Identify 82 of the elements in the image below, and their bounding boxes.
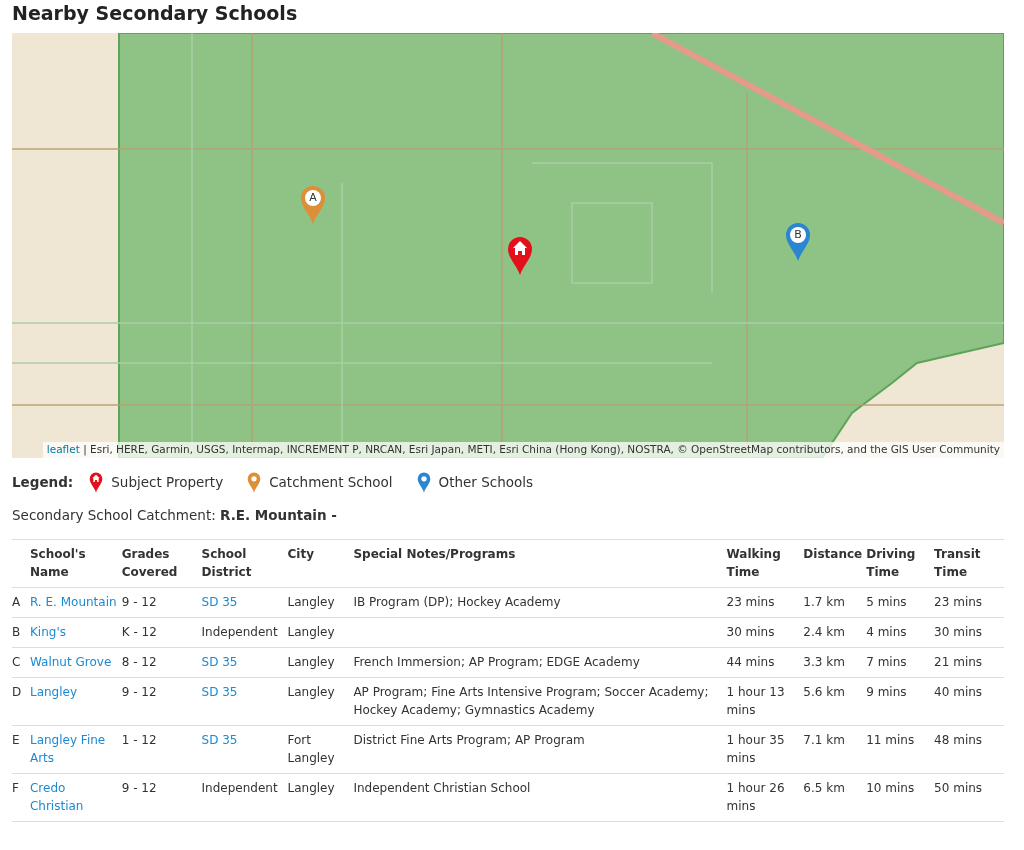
table-cell: 23 mins [934,587,1004,618]
table-cell: 3.3 km [803,647,867,678]
table-cell: Langley [287,587,354,618]
table-cell: 1 - 12 [121,725,202,774]
table-cell: 1 hour 13 mins [726,677,804,726]
table-cell: 50 mins [934,773,1004,822]
district-link[interactable]: SD 35 [201,595,238,610]
table-cell: 2.4 km [803,617,867,648]
district-link[interactable]: SD 35 [201,685,238,700]
table-cell: 4 mins [866,617,935,648]
table-cell: 1.7 km [803,587,867,618]
school-link[interactable]: King's [29,623,118,642]
row-letter: E [12,725,30,774]
column-header: Driving Time [866,539,935,588]
column-header: School's Name [29,539,122,588]
table-cell: 9 mins [866,677,935,726]
table-cell: Independent [201,617,288,648]
table-cell: 8 - 12 [121,647,202,678]
table-cell: 9 - 12 [121,773,202,822]
table-cell: Fort Langley [287,725,354,774]
table-cell: IB Program (DP); Hockey Academy [353,587,727,618]
legend-item-label: Catchment School [269,473,393,493]
column-header: Grades Covered [121,539,202,588]
table-cell: 30 mins [934,617,1004,648]
table-cell: 30 mins [726,617,804,648]
table-cell: 23 mins [726,587,804,618]
table-cell: 1 hour 26 mins [726,773,804,822]
map-marker[interactable]: A [300,184,326,225]
district-link[interactable]: SD 35 [201,655,238,670]
table-cell: K - 12 [121,617,202,648]
attribution-link[interactable]: leaflet [46,443,80,456]
pin-icon [247,471,262,493]
column-header: School District [201,539,288,588]
table-cell: French Immersion; AP Program; EDGE Academy [353,647,727,678]
table-cell: Langley [287,677,354,726]
table-cell: 1 hour 35 mins [726,725,804,774]
table-cell: 6.5 km [803,773,867,822]
table-cell: Langley [287,647,354,678]
column-header: Transit Time [934,539,1004,588]
section-title: Nearby Secondary Schools [12,2,299,25]
table-cell: 48 mins [934,725,1004,774]
table-cell: Independent [201,773,288,822]
legend-item-label: Subject Property [111,473,224,493]
table-cell: 7.1 km [803,725,867,774]
table-cell: AP Program; Fine Arts Intensive Program; Soccer Academy; Hockey Academy; Gymnastics Academy [353,677,727,726]
table-cell: 7 mins [866,647,935,678]
attribution-text: | Esri, HERE, Garmin, USGS, Intermap, INCREMENT P, NRCAN, Esri Japan, METI, Esri China (Hong Kong), NOSTRA, © OpenStreetMap contributors, and the GIS User Community [82,443,1000,456]
row-letter: D [12,677,30,726]
row-letter: B [12,617,30,648]
school-link[interactable]: R. E. Mountain [29,593,118,612]
map-marker[interactable] [507,235,533,276]
table-cell: Langley [287,773,354,822]
catchment-text: Secondary School Catchment: R.E. Mountain - [12,505,338,525]
legend-label: Legend: [12,473,74,493]
table-cell: 44 mins [726,647,804,678]
row-letter: A [12,587,30,618]
school-link[interactable]: Langley [29,683,118,702]
table-cell: Langley [287,617,354,648]
column-header: Walking Time [726,539,804,588]
table-cell: 5 mins [866,587,935,618]
table-cell: 9 - 12 [121,677,202,726]
school-link[interactable]: Langley Fine Arts [29,731,118,768]
table-cell: 5.6 km [803,677,867,726]
column-header: Distance [803,539,867,588]
table-cell: 9 - 12 [121,587,202,618]
table-cell: 21 mins [934,647,1004,678]
column-header: City [287,539,354,588]
district-link[interactable]: SD 35 [201,733,238,748]
column-header: Special Notes/Programs [353,539,727,588]
row-letter: F [12,773,30,822]
school-link[interactable]: Credo Christian [29,779,118,816]
table-cell: 10 mins [866,773,935,822]
legend-item-label: Other Schools [438,473,534,493]
table-cell: District Fine Arts Program; AP Program [353,725,727,774]
pin-icon [416,471,431,493]
pin-icon [89,471,104,493]
school-link[interactable]: Walnut Grove [29,653,118,672]
map-marker[interactable]: B [785,221,811,262]
table-cell: 11 mins [866,725,935,774]
table-cell: 40 mins [934,677,1004,726]
table-cell: Independent Christian School [353,773,727,822]
row-letter: C [12,647,30,678]
